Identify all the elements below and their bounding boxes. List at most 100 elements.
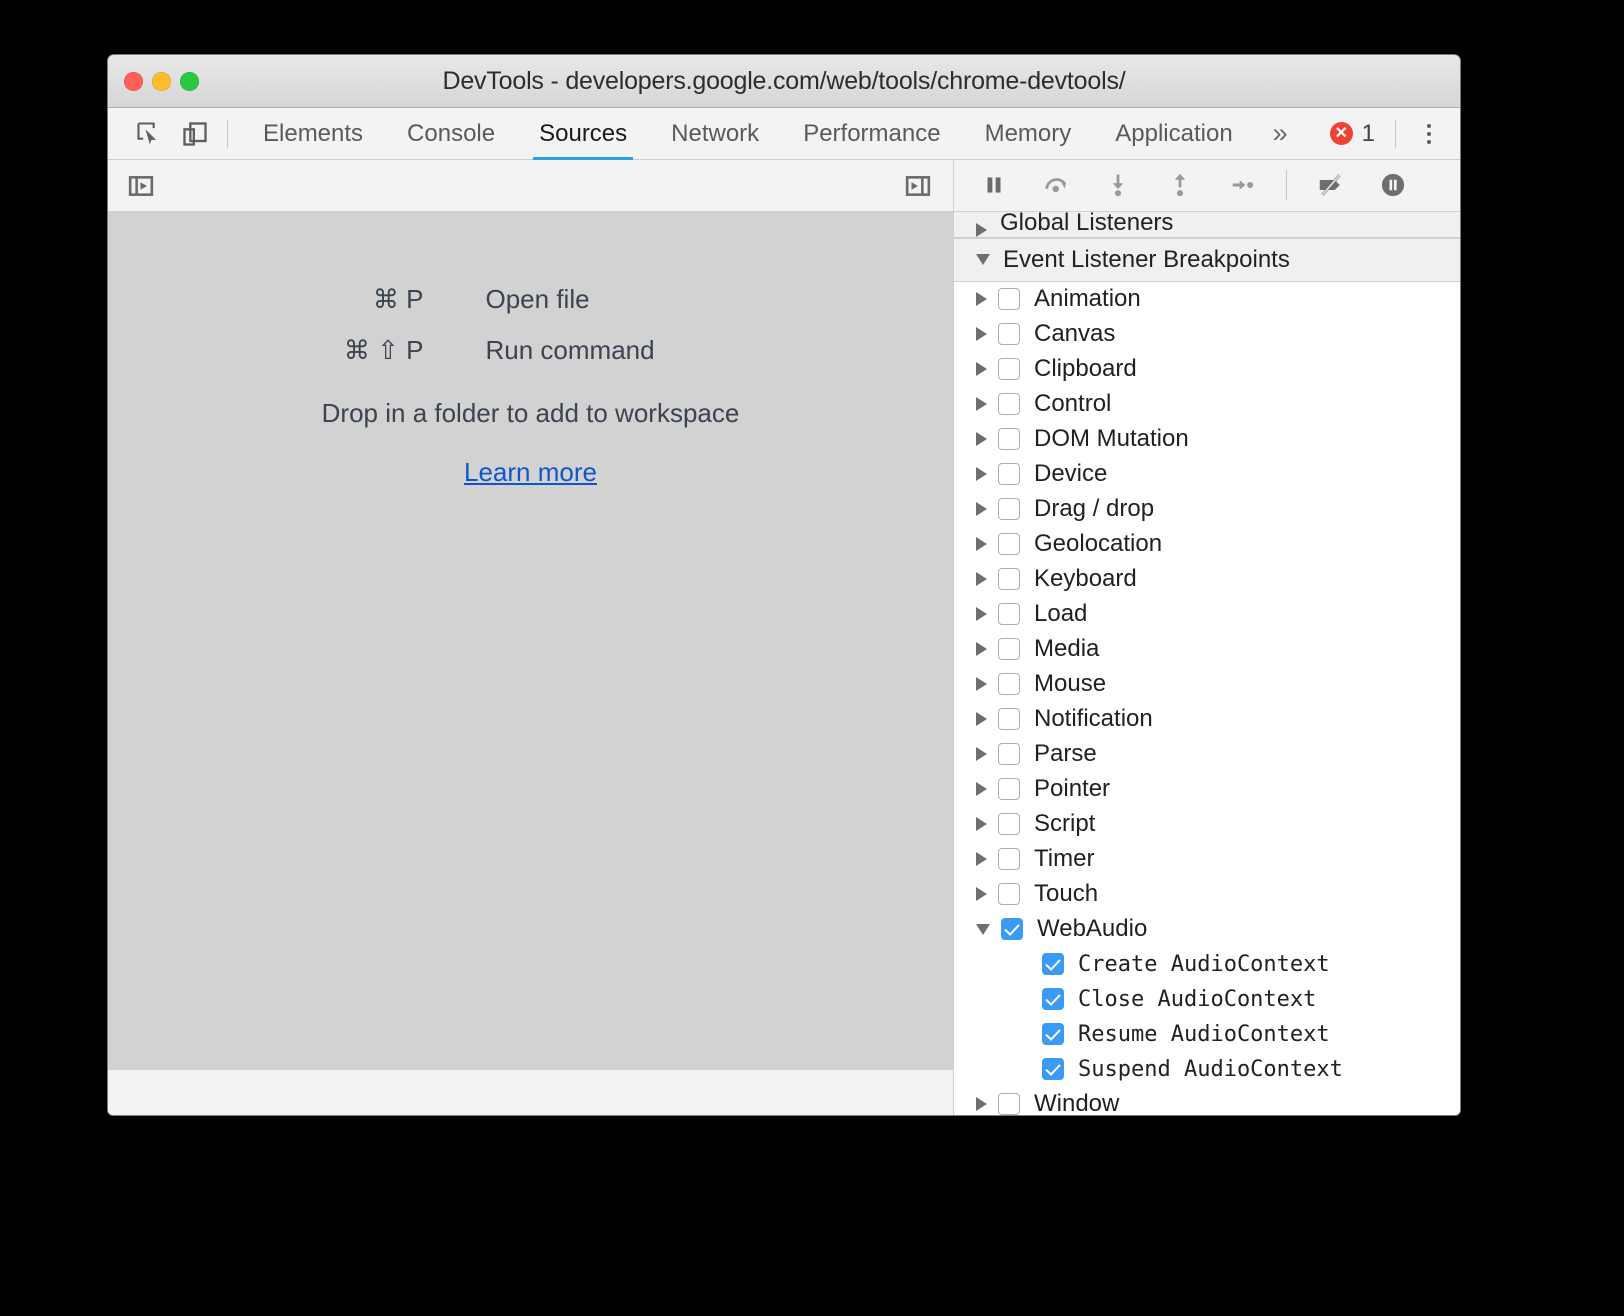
chevron-right-icon	[976, 222, 987, 237]
event-breakpoint-checkbox[interactable]	[1042, 953, 1064, 976]
event-category-drag-drop[interactable]: Drag / drop	[954, 492, 1460, 527]
event-category-checkbox[interactable]	[998, 848, 1020, 871]
chevron-right-icon	[976, 432, 987, 447]
event-category-checkbox[interactable]	[998, 603, 1020, 626]
window-titlebar: DevTools - developers.google.com/web/too…	[108, 55, 1460, 108]
error-count-label: 1	[1361, 119, 1375, 147]
event-category-clipboard[interactable]: Clipboard	[954, 352, 1460, 387]
event-category-checkbox[interactable]	[998, 323, 1020, 346]
toolbar-divider	[227, 119, 228, 148]
event-category-label: DOM Mutation	[1034, 425, 1189, 453]
chevron-right-icon	[976, 502, 987, 517]
show-debugger-panel-icon[interactable]	[905, 173, 931, 199]
event-category-checkbox[interactable]	[998, 638, 1020, 661]
event-category-label: Animation	[1034, 285, 1141, 313]
section-event-listener-breakpoints[interactable]: Event Listener Breakpoints	[954, 237, 1460, 282]
tab-elements[interactable]: Elements	[241, 108, 385, 160]
event-category-geolocation[interactable]: Geolocation	[954, 527, 1460, 562]
event-category-media[interactable]: Media	[954, 632, 1460, 667]
more-tabs-icon[interactable]: »	[1255, 108, 1306, 160]
event-category-timer[interactable]: Timer	[954, 842, 1460, 877]
event-category-checkbox[interactable]	[998, 568, 1020, 591]
event-category-checkbox[interactable]	[998, 1093, 1020, 1115]
event-category-checkbox[interactable]	[998, 288, 1020, 311]
tab-memory[interactable]: Memory	[963, 108, 1094, 160]
section-global-listeners[interactable]: Global Listeners	[954, 211, 1460, 238]
learn-more-link[interactable]: Learn more	[464, 457, 597, 488]
event-category-script[interactable]: Script	[954, 807, 1460, 842]
event-breakpoint-resume-audiocontext[interactable]: Resume AudioContext	[954, 1017, 1460, 1052]
event-category-checkbox[interactable]	[998, 428, 1020, 451]
step-out-of-current-function-button[interactable]	[1158, 165, 1202, 205]
event-category-device[interactable]: Device	[954, 457, 1460, 492]
pause-on-exceptions-button[interactable]	[1371, 165, 1415, 205]
event-category-label: Drag / drop	[1034, 495, 1155, 523]
tab-performance[interactable]: Performance	[781, 108, 962, 160]
event-category-touch[interactable]: Touch	[954, 877, 1460, 912]
event-category-label: Control	[1034, 390, 1112, 418]
workspace-drop-hint: Drop in a folder to add to workspace	[321, 398, 740, 428]
event-category-checkbox[interactable]	[998, 463, 1020, 486]
minimize-window-button[interactable]	[152, 71, 171, 91]
event-category-webaudio[interactable]: WebAudio	[954, 912, 1460, 947]
sources-editor-pane: ⌘ P Open file ⌘ ⇧ P Run command Drop in …	[108, 160, 954, 1115]
event-category-checkbox[interactable]	[998, 883, 1020, 906]
event-category-notification[interactable]: Notification	[954, 702, 1460, 737]
debugger-sidebar-scroll[interactable]: Global Listeners Event Listener Breakpoi…	[954, 211, 1460, 1115]
close-window-button[interactable]	[124, 71, 143, 91]
event-category-checkbox[interactable]	[998, 778, 1020, 801]
kebab-menu-icon[interactable]	[1412, 114, 1446, 154]
step-over-next-function-call-button[interactable]	[1034, 165, 1078, 205]
event-breakpoint-suspend-audiocontext[interactable]: Suspend AudioContext	[954, 1052, 1460, 1087]
chevron-right-icon	[976, 852, 987, 867]
event-listener-breakpoints-list: Animation Canvas Clipboard Control DOM M…	[954, 281, 1460, 1115]
event-category-keyboard[interactable]: Keyboard	[954, 562, 1460, 597]
deactivate-breakpoints-button[interactable]	[1309, 165, 1353, 205]
event-category-label: WebAudio	[1037, 915, 1148, 943]
event-category-label: Keyboard	[1034, 565, 1137, 593]
maximize-window-button[interactable]	[180, 71, 199, 91]
event-breakpoint-label: Close AudioContext	[1078, 986, 1317, 1012]
chevron-right-icon	[976, 747, 987, 762]
event-category-checkbox[interactable]	[998, 498, 1020, 521]
event-category-mouse[interactable]: Mouse	[954, 667, 1460, 702]
event-breakpoint-close-audiocontext[interactable]: Close AudioContext	[954, 982, 1460, 1017]
chevron-right-icon	[976, 677, 987, 692]
event-category-checkbox[interactable]	[998, 673, 1020, 696]
event-breakpoint-checkbox[interactable]	[1042, 1058, 1064, 1081]
event-category-checkbox[interactable]	[998, 533, 1020, 556]
event-breakpoint-create-audiocontext[interactable]: Create AudioContext	[954, 947, 1460, 982]
event-category-pointer[interactable]: Pointer	[954, 772, 1460, 807]
event-category-checkbox[interactable]	[1001, 918, 1023, 941]
event-category-checkbox[interactable]	[998, 813, 1020, 836]
event-category-load[interactable]: Load	[954, 597, 1460, 632]
section-label: Event Listener Breakpoints	[1003, 245, 1290, 273]
event-category-checkbox[interactable]	[998, 743, 1020, 766]
event-category-checkbox[interactable]	[998, 358, 1020, 381]
devtools-body: ⌘ P Open file ⌘ ⇧ P Run command Drop in …	[108, 160, 1460, 1115]
window-controls	[124, 55, 199, 107]
resume-script-execution-button[interactable]	[972, 165, 1016, 205]
show-navigator-panel-icon[interactable]	[128, 173, 154, 199]
event-category-label: Parse	[1034, 740, 1097, 768]
event-category-animation[interactable]: Animation	[954, 282, 1460, 317]
device-toolbar-icon[interactable]	[172, 114, 218, 154]
step-button[interactable]	[1220, 165, 1264, 205]
event-category-window[interactable]: Window	[954, 1087, 1460, 1115]
error-count-badge[interactable]: ✕ 1	[1329, 119, 1379, 148]
event-category-canvas[interactable]: Canvas	[954, 317, 1460, 352]
event-breakpoint-checkbox[interactable]	[1042, 988, 1064, 1011]
event-category-dom-mutation[interactable]: DOM Mutation	[954, 422, 1460, 457]
event-category-control[interactable]: Control	[954, 387, 1460, 422]
step-into-next-function-call-button[interactable]	[1096, 165, 1140, 205]
event-category-label: Load	[1034, 600, 1088, 628]
tab-sources[interactable]: Sources	[517, 108, 649, 160]
event-category-parse[interactable]: Parse	[954, 737, 1460, 772]
inspect-element-icon[interactable]	[126, 114, 172, 154]
tab-network[interactable]: Network	[649, 108, 781, 160]
event-category-checkbox[interactable]	[998, 708, 1020, 731]
tab-application[interactable]: Application	[1093, 108, 1254, 160]
event-category-checkbox[interactable]	[998, 393, 1020, 416]
event-breakpoint-checkbox[interactable]	[1042, 1023, 1064, 1046]
tab-console[interactable]: Console	[385, 108, 517, 160]
